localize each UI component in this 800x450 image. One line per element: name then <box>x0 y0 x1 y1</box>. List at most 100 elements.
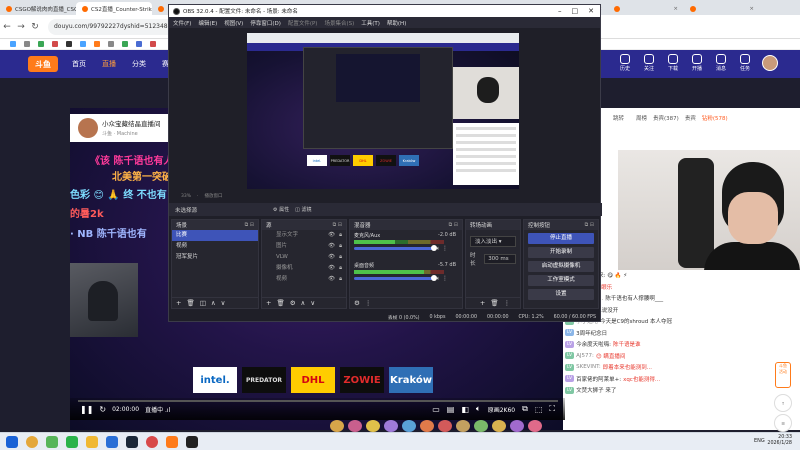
properties-button[interactable]: ⚙ 属性 <box>273 206 289 213</box>
side-promo[interactable]: 斗鱼 活动 <box>775 362 791 388</box>
control-button[interactable]: 停止直播 <box>528 233 594 244</box>
filters-button[interactable]: ◫ 滤镜 <box>295 206 311 213</box>
wechat-icon[interactable] <box>66 436 78 448</box>
rank-tab[interactable]: 钻粉(578) <box>702 114 728 122</box>
obs-menu-item[interactable]: 场景集合(S) <box>324 19 354 27</box>
volume-icon[interactable]: 🔈︎ <box>476 404 481 414</box>
user-avatar[interactable] <box>762 55 778 71</box>
steam-icon[interactable] <box>126 436 138 448</box>
nav-item[interactable]: 首页 <box>72 59 86 69</box>
control-button[interactable]: 开始录制 <box>528 247 594 258</box>
lock-icon[interactable]: 🔒︎ <box>339 241 342 252</box>
transition-select[interactable]: 淡入淡出 ▾ <box>470 236 516 247</box>
back-icon[interactable]: ← <box>0 22 14 32</box>
gift-icon[interactable] <box>384 420 398 432</box>
gift-icon[interactable] <box>438 420 452 432</box>
mute-icon[interactable]: 🔈︎ ⋮ <box>436 275 448 283</box>
preview-mode[interactable]: 播放窗口 <box>204 193 222 199</box>
browser-tab[interactable]: × <box>608 2 684 15</box>
add-source-button[interactable]: + <box>266 299 271 307</box>
lock-icon[interactable]: 🔒︎ <box>339 230 342 241</box>
clock[interactable]: 20:33 2026/1/28 <box>767 435 792 447</box>
add-transition-button[interactable]: + <box>480 299 485 307</box>
obs-menu-item[interactable]: 停靠窗口(D) <box>250 19 281 27</box>
dock-options-icon[interactable]: ⧉ ⊟ <box>333 222 346 228</box>
streamer-avatar[interactable] <box>78 118 98 138</box>
bookmark-icon[interactable] <box>108 41 114 47</box>
start-icon[interactable] <box>6 436 18 448</box>
control-button[interactable]: 工作室模式 <box>528 275 594 286</box>
pause-icon[interactable]: ❚❚ <box>80 405 93 414</box>
input-language[interactable]: ENG <box>754 438 765 444</box>
move-up-button[interactable]: ∧ <box>211 299 216 307</box>
app-icon[interactable] <box>46 436 58 448</box>
douyu-logo[interactable]: 斗鱼 <box>28 56 58 72</box>
source-item[interactable]: 视频 👁︎ 🔒︎ <box>262 274 346 285</box>
obs-menu-item[interactable]: 工具(T) <box>361 19 380 27</box>
rank-tab[interactable]: 贵宾 <box>685 114 696 122</box>
douyu-app-icon[interactable] <box>166 436 178 448</box>
bookmark-icon[interactable] <box>94 41 100 47</box>
source-settings-button[interactable]: ⚙ <box>290 299 296 307</box>
tab-close-icon[interactable]: × <box>749 6 754 12</box>
bookmark-icon[interactable] <box>24 41 30 47</box>
remove-transition-button[interactable]: 🗑︎ <box>490 299 498 307</box>
obs-preview[interactable]: intel. PREDATOR DHL ZOWIE Kraków <box>247 33 519 189</box>
control-button[interactable]: 启动虚拟摄像机 <box>528 261 594 272</box>
visibility-icon[interactable]: 👁︎ <box>328 241 335 252</box>
bookmark-icon[interactable] <box>150 41 156 47</box>
volume-slider[interactable] <box>354 245 437 251</box>
visibility-icon[interactable]: 👁︎ <box>328 263 335 274</box>
bookmark-icon[interactable] <box>10 41 16 47</box>
history-icon[interactable]: 历史 <box>618 54 632 72</box>
add-scene-button[interactable]: + <box>176 299 181 307</box>
control-button[interactable]: 设置 <box>528 289 594 300</box>
rank-tab[interactable]: 周榜 <box>636 114 647 122</box>
download-icon[interactable]: 下载 <box>666 54 680 72</box>
folder-icon[interactable] <box>86 436 98 448</box>
chat-username[interactable]: AJ577: <box>576 353 594 359</box>
minimize-icon[interactable]: – <box>558 7 562 15</box>
reload-icon[interactable]: ↻ <box>28 22 42 32</box>
mixer-menu-icon[interactable]: ⋮ <box>365 299 372 307</box>
quality-selector[interactable]: 原画2K60 <box>488 405 515 414</box>
rank-tab[interactable]: 贵宾(387) <box>653 114 679 122</box>
follow-icon[interactable]: 关注 <box>642 54 656 72</box>
rank-tab[interactable]: 跳转 <box>613 114 624 122</box>
scene-item[interactable]: 冠军复片 <box>172 252 258 263</box>
obs-app-icon[interactable] <box>186 436 198 448</box>
refresh-icon[interactable]: ↻ <box>99 405 106 414</box>
progress-bar[interactable] <box>78 400 558 402</box>
dock-options-icon[interactable]: ⧉ ⊟ <box>585 222 598 228</box>
gift-icon[interactable] <box>492 420 506 432</box>
move-up-button[interactable]: ∧ <box>301 299 306 307</box>
nav-item[interactable]: 直播 <box>102 59 116 69</box>
gift-icon[interactable] <box>366 420 380 432</box>
maximize-icon[interactable]: □ <box>572 7 579 15</box>
gift-icon[interactable] <box>330 420 344 432</box>
mute-icon[interactable]: 🔈︎ ⋮ <box>436 245 448 253</box>
browser-tab[interactable]: CS2直播_Counter-Strike 2直播...× <box>76 2 152 15</box>
bookmark-icon[interactable] <box>66 41 72 47</box>
source-item[interactable]: 图片 👁︎ 🔒︎ <box>262 241 346 252</box>
gift-icon[interactable] <box>420 420 434 432</box>
bookmark-icon[interactable] <box>122 41 128 47</box>
obs-menu-item[interactable]: 帮助(H) <box>387 19 406 27</box>
filter-scene-button[interactable]: ◫ <box>200 299 206 307</box>
screenshot-icon[interactable]: ▭ <box>432 405 440 414</box>
duration-input[interactable]: 300 ms <box>484 254 516 264</box>
gift-icon[interactable] <box>402 420 416 432</box>
visibility-icon[interactable]: 👁︎ <box>328 252 335 263</box>
fullscreen-icon[interactable]: ⛶ <box>549 404 555 414</box>
gift-icon[interactable] <box>456 420 470 432</box>
browser-tab[interactable]: CSGO解说肉肉直播_CSGO斗鱼...× <box>0 2 76 15</box>
chrome-icon[interactable] <box>26 436 38 448</box>
source-item[interactable]: 显示文字 👁︎ 🔒︎ <box>262 230 346 241</box>
gift-icon[interactable] <box>474 420 488 432</box>
lock-icon[interactable]: 🔒︎ <box>339 274 342 285</box>
url-input[interactable]: douyu.com/99792227dyshid=512348 <box>48 18 188 35</box>
side-button[interactable]: ☰ <box>774 414 792 432</box>
zoom-level[interactable]: 33% <box>181 194 191 199</box>
gift-icon[interactable] <box>348 420 362 432</box>
obs-menu-item[interactable]: 编辑(E) <box>198 19 217 27</box>
